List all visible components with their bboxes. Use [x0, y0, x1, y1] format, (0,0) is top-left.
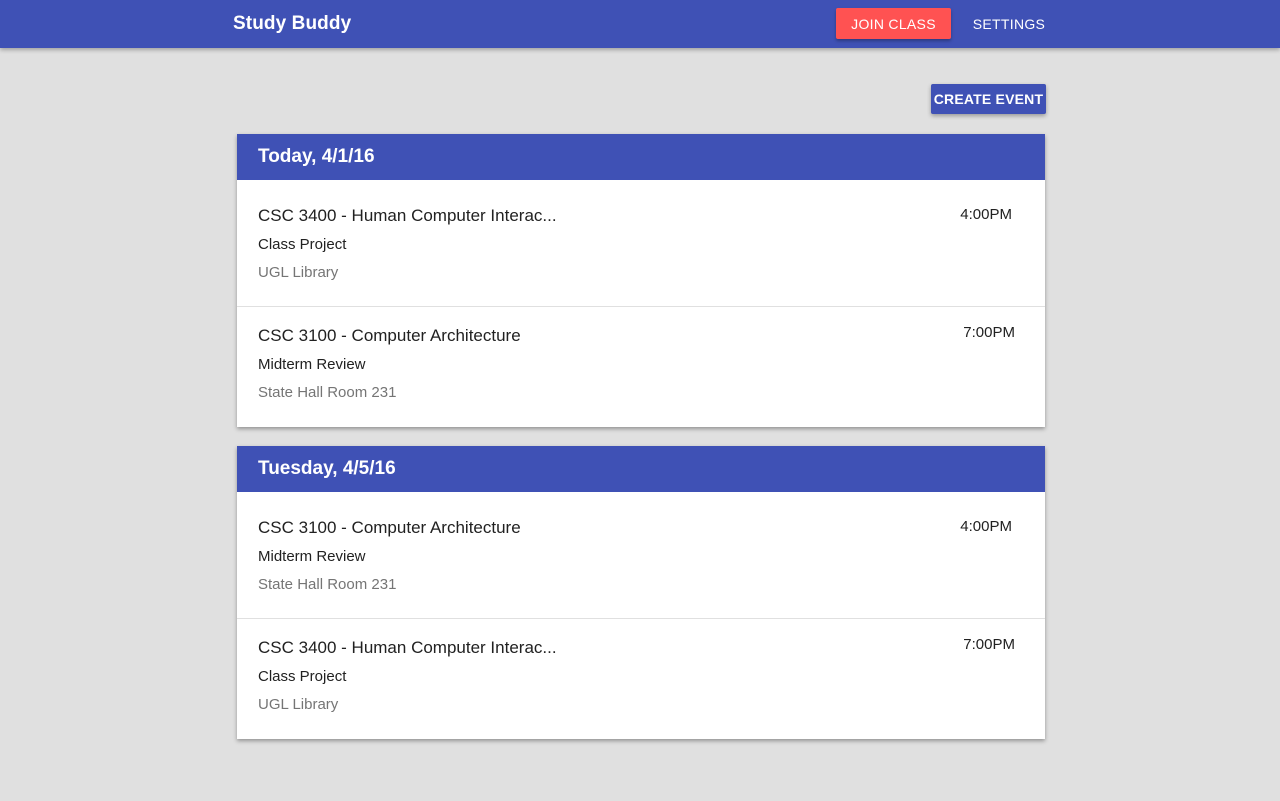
- event-location: State Hall Room 231: [258, 384, 397, 401]
- event-item[interactable]: CSC 3100 - Computer Architecture Midterm…: [237, 492, 1045, 618]
- day-card-today: Today, 4/1/16 CSC 3400 - Human Computer …: [237, 134, 1045, 427]
- event-location: State Hall Room 231: [258, 576, 397, 593]
- event-location: UGL Library: [258, 696, 339, 713]
- create-event-button[interactable]: CREATE EVENT: [931, 84, 1046, 114]
- event-location: UGL Library: [258, 264, 339, 281]
- event-type: Midterm Review: [258, 548, 366, 565]
- event-item[interactable]: CSC 3400 - Human Computer Interac... Cla…: [237, 180, 1045, 306]
- event-item[interactable]: CSC 3100 - Computer Architecture Midterm…: [237, 306, 1045, 427]
- app-title: Study Buddy: [233, 13, 352, 34]
- event-course: CSC 3100 - Computer Architecture: [258, 518, 521, 537]
- event-item[interactable]: CSC 3400 - Human Computer Interac... Cla…: [237, 618, 1045, 739]
- day-heading: Today, 4/1/16: [237, 134, 1045, 180]
- event-time: 4:00PM: [960, 206, 1012, 223]
- event-course: CSC 3400 - Human Computer Interac...: [258, 638, 557, 657]
- day-card-tuesday: Tuesday, 4/5/16 CSC 3100 - Computer Arch…: [237, 446, 1045, 739]
- event-time: 7:00PM: [963, 636, 1015, 653]
- day-heading: Tuesday, 4/5/16: [237, 446, 1045, 492]
- settings-button[interactable]: SETTINGS: [965, 8, 1053, 39]
- event-course: CSC 3100 - Computer Architecture: [258, 326, 521, 345]
- join-class-button[interactable]: JOIN CLASS: [836, 8, 951, 39]
- event-course: CSC 3400 - Human Computer Interac...: [258, 206, 557, 225]
- event-time: 7:00PM: [963, 324, 1015, 341]
- event-type: Midterm Review: [258, 356, 366, 373]
- app-bar: Study Buddy JOIN CLASS SETTINGS: [0, 0, 1280, 48]
- event-type: Class Project: [258, 236, 347, 253]
- event-type: Class Project: [258, 668, 347, 685]
- event-time: 4:00PM: [960, 518, 1012, 535]
